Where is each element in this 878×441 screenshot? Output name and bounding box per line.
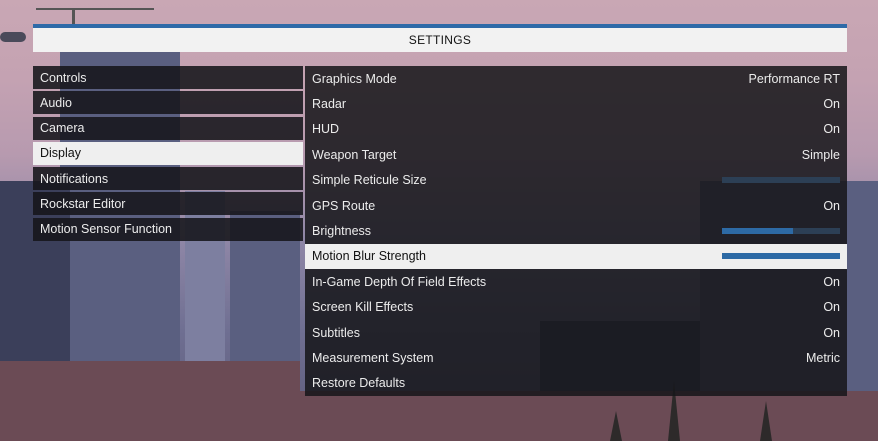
blimp [0,32,26,42]
setting-value: On [823,122,840,137]
setting-hud[interactable]: HUD On [305,117,847,142]
setting-motion-blur-strength[interactable]: Motion Blur Strength [305,243,847,270]
setting-label: Weapon Target [312,147,397,162]
setting-value: On [823,300,840,315]
category-menu: Controls Audio Camera Display Notificati… [33,66,303,243]
setting-weapon-target[interactable]: Weapon Target Simple [305,142,847,167]
setting-value: On [823,274,840,289]
setting-label: HUD [312,122,340,137]
setting-value: On [823,198,840,213]
setting-subtitles[interactable]: Subtitles On [305,320,847,345]
setting-label: In-Game Depth Of Field Effects [312,274,487,289]
setting-label: Brightness [312,224,372,239]
menu-item-rockstar-editor[interactable]: Rockstar Editor [33,192,303,216]
setting-value: Metric [805,350,840,365]
setting-label: Radar [312,97,347,112]
setting-label: Motion Blur Strength [312,249,426,264]
setting-label: Restore Defaults [312,376,406,391]
menu-item-audio[interactable]: Audio [33,91,303,115]
menu-item-motion-sensor-function[interactable]: Motion Sensor Function [33,217,303,241]
setting-label: Measurement System [312,350,434,365]
setting-label: GPS Route [312,198,376,213]
setting-label: Screen Kill Effects [312,300,414,315]
setting-value: On [823,325,840,340]
menu-item-notifications[interactable]: Notifications [33,167,303,191]
setting-brightness[interactable]: Brightness [305,218,847,243]
setting-depth-of-field[interactable]: In-Game Depth Of Field Effects On [305,269,847,294]
display-settings-panel: Graphics Mode Performance RT Radar On HU… [305,66,847,397]
restore-defaults-button[interactable]: Restore Defaults [305,371,847,396]
slider-simple-reticule-size[interactable] [722,177,840,184]
page-title: SETTINGS [408,33,472,47]
setting-value: Performance RT [748,71,840,86]
setting-measurement-system[interactable]: Measurement System Metric [305,345,847,370]
slider-brightness[interactable] [722,228,840,235]
settings-header: SETTINGS [33,28,847,52]
setting-graphics-mode[interactable]: Graphics Mode Performance RT [305,66,847,91]
slider-motion-blur-strength[interactable] [722,253,840,260]
setting-label: Graphics Mode [312,71,397,86]
setting-label: Subtitles [312,325,360,340]
setting-value: Simple [801,147,840,162]
menu-item-display[interactable]: Display [33,141,303,165]
menu-item-controls[interactable]: Controls [33,66,303,89]
setting-gps-route[interactable]: GPS Route On [305,193,847,218]
setting-label: Simple Reticule Size [312,173,427,188]
setting-value: On [823,97,840,112]
setting-radar[interactable]: Radar On [305,91,847,116]
menu-item-camera[interactable]: Camera [33,116,303,140]
setting-simple-reticule-size[interactable]: Simple Reticule Size [305,168,847,193]
setting-screen-kill-effects[interactable]: Screen Kill Effects On [305,295,847,320]
